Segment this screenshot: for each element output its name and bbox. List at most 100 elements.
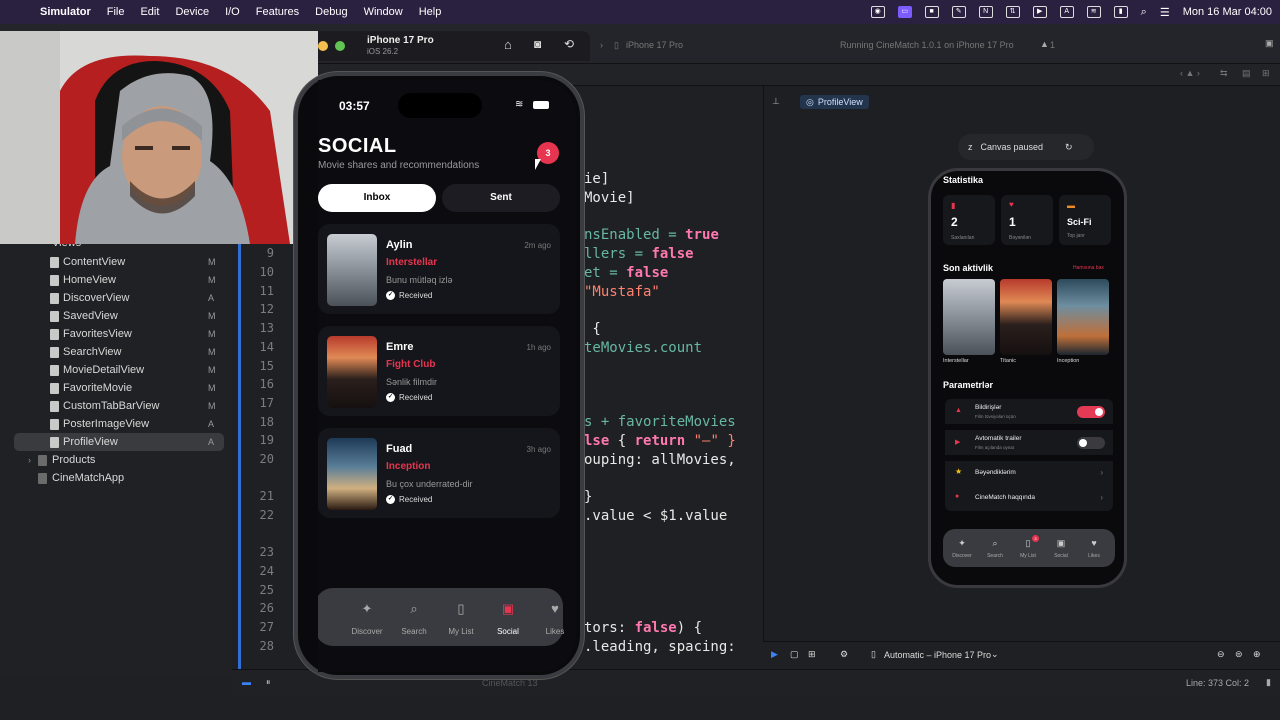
notifications-toggle[interactable]	[1077, 406, 1105, 418]
search-icon[interactable]: ⌕	[980, 538, 1010, 549]
pin-icon[interactable]: ⊥	[772, 96, 780, 107]
swift-file-icon	[50, 364, 59, 376]
battery-icon[interactable]: ▮	[1113, 6, 1128, 18]
activity-poster[interactable]	[1000, 279, 1052, 355]
autoplay-toggle[interactable]	[1077, 437, 1105, 449]
debug-area-toggle-icon[interactable]: ▬	[242, 677, 251, 687]
screen-record-icon[interactable]: ▭	[897, 6, 912, 18]
nav-file-contentview[interactable]: ContentView M	[0, 253, 232, 271]
zoom-fit-icon[interactable]: ⊜	[1235, 649, 1243, 660]
warning-icon[interactable]: ▲	[1040, 39, 1049, 49]
discover-icon[interactable]: ✦	[947, 538, 977, 549]
settings-row-notifications[interactable]: ▲ Bildirişlər Film tövsiyələri üçün	[945, 399, 1113, 424]
canvas-paused-pill[interactable]: z Canvas paused ↻	[958, 134, 1094, 160]
tab-search[interactable]: ⌕ Search	[367, 588, 426, 646]
menu-file[interactable]: File	[107, 6, 125, 18]
live-preview-icon[interactable]: ▶	[771, 649, 778, 660]
tab-label[interactable]: Likes	[1079, 553, 1109, 559]
see-all-link[interactable]: Hamısına bax	[1073, 265, 1104, 271]
inspector-toggle-icon[interactable]: ▣	[1265, 38, 1274, 49]
menu-device[interactable]: Device	[175, 6, 209, 18]
file-name: PosterImageView	[63, 418, 150, 430]
tab-discover[interactable]: ✦ Discover	[320, 588, 382, 646]
tab-label[interactable]: Discover	[947, 553, 977, 559]
nav-file-savedview[interactable]: SavedView M	[0, 307, 232, 325]
tab-likes[interactable]: ♥ Likes	[508, 588, 565, 646]
ai-status-icon[interactable]: ◉	[870, 6, 885, 18]
nav-file-favoritesview[interactable]: FavoritesView M	[0, 325, 232, 343]
chevron-down-icon[interactable]: ⌄	[991, 649, 999, 660]
clock[interactable]: Mon 16 Mar 04:00	[1183, 6, 1272, 18]
tab-label[interactable]: Search	[980, 553, 1010, 559]
settings-row-autoplay[interactable]: ▶ Avtomatik trailer Film açılanda oynat	[945, 430, 1113, 455]
activity-poster[interactable]	[1057, 279, 1109, 355]
menu-edit[interactable]: Edit	[140, 6, 159, 18]
zoom-in-icon[interactable]: ⊕	[1253, 649, 1261, 660]
message-card[interactable]: Aylin 2m ago Interstellar Bunu mütləq iz…	[318, 224, 560, 314]
tab-my-list[interactable]: ▯ My List	[414, 588, 473, 646]
home-icon[interactable]: ⌂	[504, 37, 512, 52]
tab-label[interactable]: My List	[1013, 553, 1043, 559]
activity-poster[interactable]	[943, 279, 995, 355]
network-icon[interactable]: ⇅	[1005, 6, 1020, 18]
notion-icon[interactable]: N	[978, 6, 993, 18]
nav-file-favoritemovie[interactable]: FavoriteMovie M	[0, 379, 232, 397]
heart-icon[interactable]: ♥	[1079, 538, 1109, 548]
control-center-icon[interactable]: ☰	[1160, 6, 1170, 19]
menu-help[interactable]: Help	[419, 6, 442, 18]
keyboard-icon[interactable]: A	[1059, 6, 1074, 18]
nav-file-moviedetailview[interactable]: MovieDetailView M	[0, 361, 232, 379]
settings-row-likes[interactable]: ★ Bəyəndiklərim ›	[945, 461, 1113, 486]
bell-icon: ▲	[955, 407, 962, 414]
line-number: 24	[259, 564, 274, 578]
nav-file-searchview[interactable]: SearchView M	[0, 343, 232, 361]
menu-debug[interactable]: Debug	[315, 6, 347, 18]
play-icon[interactable]: ▶	[1032, 6, 1047, 18]
screenshot-icon[interactable]: ◙	[534, 37, 541, 51]
device-settings-icon[interactable]: ⚙	[840, 649, 848, 660]
camera-icon[interactable]: ■	[924, 6, 939, 18]
tab-inbox[interactable]: Inbox	[318, 184, 436, 212]
pause-icon[interactable]: ⏸	[266, 677, 271, 688]
rotate-icon[interactable]: ⟲	[564, 37, 574, 51]
menu-features[interactable]: Features	[256, 6, 299, 18]
social-icon[interactable]: ▣	[1046, 538, 1076, 549]
add-editor-icon[interactable]: ⊞	[1262, 68, 1270, 79]
panel-toggle-icon[interactable]: ▮	[1266, 677, 1271, 688]
device-selector[interactable]: Automatic – iPhone 17 Pro	[884, 650, 991, 660]
variants-icon[interactable]: ⊞	[808, 649, 816, 660]
menu-app-name[interactable]: Simulator	[40, 6, 91, 18]
nav-folder-products[interactable]: › Products	[0, 451, 232, 469]
line-number: 15	[259, 359, 274, 373]
preview-tab[interactable]: ◎ ProfileView	[800, 95, 869, 109]
minimize-window-button[interactable]	[318, 41, 328, 51]
menu-io[interactable]: I/O	[225, 6, 240, 18]
tab-label[interactable]: Social	[1046, 553, 1076, 559]
nav-file-posterimageview[interactable]: PosterImageView A	[0, 415, 232, 433]
nav-folder-cinematchapp[interactable]: CineMatchApp	[0, 469, 232, 487]
line-number: 14	[259, 340, 274, 354]
settings-row-about[interactable]: ● CineMatch haqqında ›	[945, 486, 1113, 511]
wifi-icon[interactable]: ≋	[1086, 6, 1101, 18]
related-items-icon[interactable]: ⇆	[1220, 68, 1228, 79]
menu-window[interactable]: Window	[364, 6, 403, 18]
refresh-icon[interactable]: ↻	[1065, 142, 1073, 153]
message-card[interactable]: Emre 1h ago Fight Club Sənlik filmdir ✓ R…	[318, 326, 560, 416]
nav-file-profileview[interactable]: ProfileView A	[14, 433, 224, 451]
tab-sent[interactable]: Sent	[442, 184, 560, 212]
message-card[interactable]: Fuad 3h ago Inception Bu çox underrated-…	[318, 428, 560, 518]
scheme-device[interactable]: iPhone 17 Pro	[626, 40, 683, 50]
zoom-out-icon[interactable]: ⊖	[1217, 649, 1225, 660]
zoom-window-button[interactable]	[335, 41, 345, 51]
disclosure-chevron-icon[interactable]: ›	[28, 455, 31, 465]
pen-icon[interactable]: ✎	[951, 6, 966, 18]
spotlight-search-icon[interactable]: ⌕	[1141, 6, 1147, 19]
tab-social[interactable]: ▣ Social	[461, 588, 519, 646]
nav-file-customtabbarview[interactable]: CustomTabBarView M	[0, 397, 232, 415]
selectable-icon[interactable]: ▢	[790, 649, 799, 660]
canvas-toggle-icon[interactable]: ▤	[1242, 68, 1251, 79]
nav-file-homeview[interactable]: HomeView M	[0, 271, 232, 289]
issue-nav-icon[interactable]: ‹ ▲ ›	[1180, 68, 1200, 78]
device-icon: ▯	[871, 649, 876, 659]
nav-file-discoverview[interactable]: DiscoverView A	[0, 289, 232, 307]
